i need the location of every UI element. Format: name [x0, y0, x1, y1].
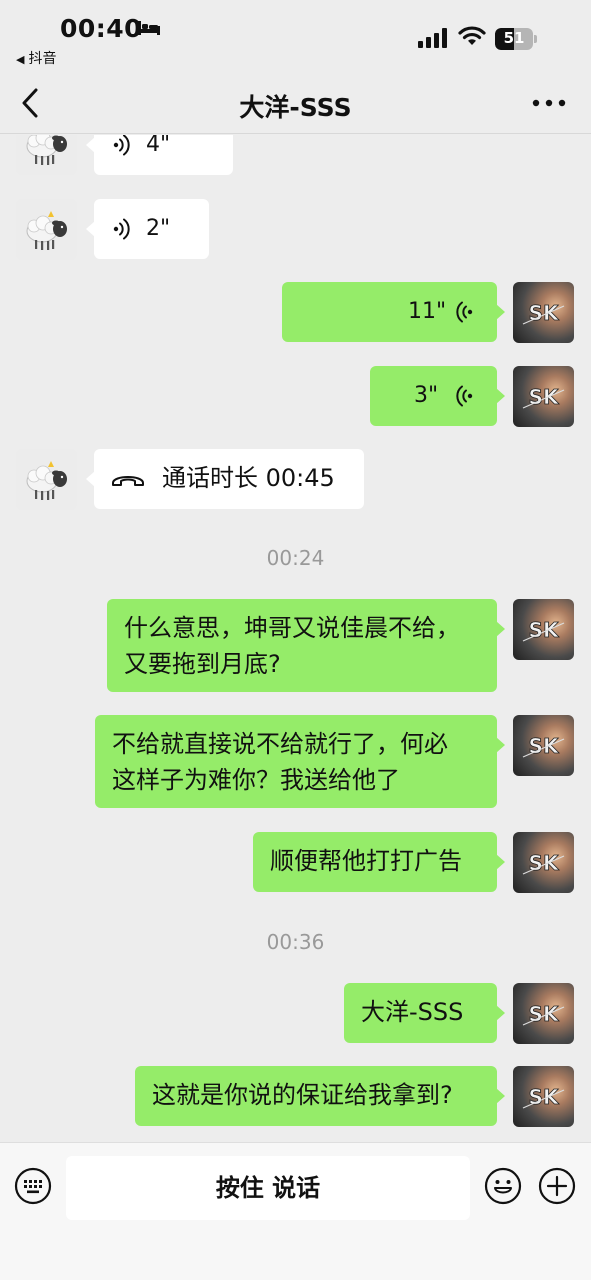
timestamp: 00:24: [266, 546, 325, 570]
text-message[interactable]: 大洋-SSS: [344, 983, 505, 1043]
svg-text:SK: SK: [529, 1002, 560, 1026]
battery-percent: 51: [503, 29, 525, 47]
plus-icon[interactable]: [538, 1167, 576, 1205]
voice-duration: 4": [146, 135, 171, 157]
back-app-label: 抖音: [28, 51, 57, 67]
back-to-app-link[interactable]: ◀ 抖音: [16, 48, 56, 68]
voice-duration: 2": [146, 216, 171, 241]
svg-text:SK: SK: [529, 734, 560, 758]
wifi-icon: [458, 26, 486, 45]
message-list[interactable]: 4" 2" 11" SK 3" SK 通话时长 00:45 00:24 什么意思…: [0, 135, 591, 1142]
user-avatar[interactable]: SK: [513, 832, 574, 893]
text-message[interactable]: 不给就直接说不给就行了，何必 这样子为难你？我送给他了: [95, 715, 505, 808]
user-avatar[interactable]: SK: [513, 599, 574, 660]
user-avatar[interactable]: SK: [513, 282, 574, 343]
chat-header: 大洋-SSS: [0, 72, 591, 134]
phone-icon: [112, 476, 144, 486]
call-record-message[interactable]: 通话时长 00:45: [86, 449, 364, 509]
message-text: 大洋-SSS: [361, 998, 464, 1026]
user-avatar[interactable]: SK: [513, 1066, 574, 1127]
contact-avatar[interactable]: [16, 135, 77, 175]
message-text: 这就是你说的保证给我拿到?: [152, 1081, 453, 1109]
voice-message[interactable]: 2": [86, 199, 209, 259]
user-avatar[interactable]: SK: [513, 715, 574, 776]
text-message[interactable]: 顺便帮他打打广告: [253, 832, 505, 892]
voice-wave-icon: [113, 218, 130, 240]
voice-wave-icon: [113, 135, 130, 156]
user-avatar[interactable]: SK: [513, 366, 574, 427]
emoji-icon[interactable]: [484, 1167, 522, 1205]
svg-text:SK: SK: [529, 618, 560, 642]
message-text: 不给就直接说不给就行了，何必 这样子为难你？我送给他了: [112, 730, 448, 794]
voice-message[interactable]: 11": [282, 282, 505, 342]
hold-to-talk-button[interactable]: 按住 说话: [66, 1156, 470, 1220]
text-message[interactable]: 什么意思，坤哥又说佳晨不给， 又要拖到月底?: [107, 599, 505, 692]
voice-wave-icon: [456, 385, 473, 407]
cellular-signal-icon: [418, 28, 447, 48]
battery-icon: 51: [495, 28, 537, 50]
contact-avatar[interactable]: [16, 199, 77, 260]
input-bar: 按住 说话: [0, 1142, 591, 1280]
voice-message[interactable]: 3": [370, 366, 505, 426]
status-time: 00:40: [60, 14, 143, 43]
svg-text:SK: SK: [529, 1085, 560, 1109]
voice-duration: 11": [408, 299, 447, 324]
voice-duration: 3": [414, 383, 439, 408]
chat-title: 大洋-SSS: [239, 93, 352, 122]
voice-wave-icon: [456, 301, 473, 323]
status-bar: 00:40 ◀ 抖音 51: [0, 0, 591, 72]
user-avatar[interactable]: SK: [513, 983, 574, 1044]
more-icon[interactable]: [530, 90, 568, 116]
keyboard-icon[interactable]: [14, 1167, 52, 1205]
svg-text:SK: SK: [529, 851, 560, 875]
svg-text:SK: SK: [529, 385, 560, 409]
text-message[interactable]: 这就是你说的保证给我拿到?: [135, 1066, 505, 1126]
voice-message[interactable]: 4": [86, 135, 233, 175]
bed-icon: [138, 21, 160, 35]
svg-text:SK: SK: [529, 301, 560, 325]
back-triangle-icon: ◀: [16, 53, 25, 66]
message-text: 顺便帮他打打广告: [270, 847, 462, 875]
message-text: 什么意思，坤哥又说佳晨不给， 又要拖到月底?: [124, 614, 460, 678]
timestamp: 00:36: [266, 930, 325, 954]
call-duration-text: 通话时长 00:45: [162, 464, 335, 492]
contact-avatar[interactable]: [16, 449, 77, 510]
